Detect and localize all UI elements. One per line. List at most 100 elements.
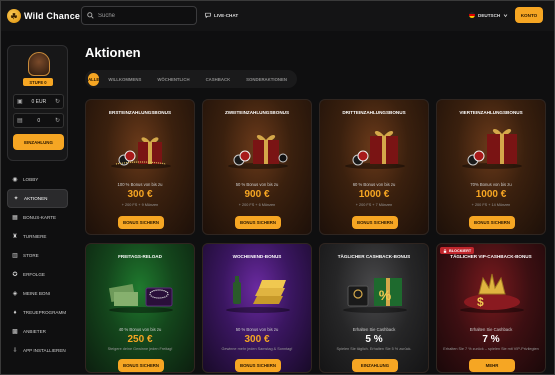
sidebar-item-label: TREUEPROGRAMM: [23, 310, 67, 315]
cashback-gift-illustration: %: [343, 278, 407, 313]
card-description: 40 % Bonus von bis zu: [118, 327, 162, 332]
card-amount: 900 €: [244, 189, 270, 200]
top-header: ☘ Wild Chance LIVE-CHAT DEUTSCH KONTO: [1, 1, 554, 31]
refresh-icon[interactable]: ↻: [55, 98, 60, 105]
deposit-button[interactable]: EINZAHLUNG: [352, 359, 398, 372]
real-balance[interactable]: ▣ 0 EUR ↻: [13, 94, 64, 109]
sidebar-item-label: LOBBY: [23, 177, 39, 182]
refresh-icon[interactable]: ↻: [55, 117, 60, 124]
search-icon: [87, 12, 94, 19]
promo-card-fourth-deposit[interactable]: VIERTEINZAHLUNGSBONUS 70% Bonus von bis …: [436, 99, 546, 235]
level-badge: STUFE 0: [23, 78, 53, 86]
diamond-icon: ♦: [13, 309, 17, 316]
card-description: Erhalten Sie Cashback: [352, 327, 396, 332]
gold-bars-illustration: [226, 276, 290, 313]
tab-woechentlich[interactable]: WÖCHENTLICH: [150, 73, 196, 86]
card-description: 100 % Bonus von bis zu: [117, 182, 163, 187]
blocked-badge: BLOCKIERT: [440, 247, 475, 254]
promo-card-vip-cashback[interactable]: BLOCKIERT TÄGLICHER VIP-CASHBACK-BONUS $…: [436, 243, 546, 373]
card-title: FREITAGS-RELOAD: [118, 254, 162, 259]
gift-box-illustration: [111, 137, 171, 169]
card-subtext: + 200 FS + 7 Münzen: [355, 203, 393, 207]
provider-icon: ▩: [12, 328, 18, 335]
sidebar-item-label: ANBIETER: [23, 329, 46, 334]
account-button[interactable]: KONTO: [515, 7, 543, 23]
cash-jewelry-illustration: [108, 284, 173, 313]
tab-sonderaktionen[interactable]: SONDERAKTIONEN: [239, 73, 294, 86]
card-title: TÄGLICHER CASHBACK-BONUS: [337, 254, 411, 259]
sidebar-item-store[interactable]: ▥ STORE: [7, 246, 68, 265]
logo[interactable]: ☘ Wild Chance: [7, 9, 80, 23]
promo-card-first-deposit[interactable]: ERSTEINZAHLUNGSBONUS 100 % Bonus von bis…: [85, 99, 195, 235]
trophy-icon: ♜: [12, 233, 18, 240]
sidebar-item-label: STORE: [23, 253, 39, 258]
logo-text: Wild Chance: [24, 11, 81, 21]
card-description: 70% Bonus von bis zu: [470, 182, 512, 187]
avatar[interactable]: [28, 52, 50, 76]
gift-box-illustration: [462, 128, 522, 169]
card-subtext: + 200 FS + 6 Münzen: [238, 203, 276, 207]
app-window: ☘ Wild Chance LIVE-CHAT DEUTSCH KONTO ST…: [0, 0, 555, 375]
casino-icon: ◉: [12, 176, 18, 183]
german-flag-icon: [469, 12, 475, 18]
gift-box-illustration: [345, 130, 405, 169]
card-description: 50 % Bonus von bis zu: [235, 327, 279, 332]
claim-bonus-button[interactable]: BONUS SICHERN: [352, 216, 398, 229]
gift-box-illustration: [228, 134, 288, 169]
sidebar-item-label: ERFOLGE: [23, 272, 45, 277]
sidebar-item-erfolge[interactable]: ✪ ERFOLGE: [7, 265, 68, 284]
bonus-balance[interactable]: ▤ 0 ↻: [13, 113, 64, 128]
card-amount: 5 %: [365, 334, 383, 345]
promo-card-weekend-bonus[interactable]: WOCHENEND-BONUS 50 % Bonus von bis zu 30…: [202, 243, 312, 373]
sidebar-item-label: TURNIERE: [23, 234, 47, 239]
promo-card-second-deposit[interactable]: ZWEITEINZAHLUNGSBONUS 50 % Bonus von bis…: [202, 99, 312, 235]
lock-icon: [443, 248, 447, 253]
sidebar-item-label: MEINE BONI: [23, 291, 51, 296]
search-box[interactable]: [81, 6, 197, 25]
gift-icon: ✦: [13, 195, 19, 202]
card-title: VIERTEINZAHLUNGSBONUS: [459, 110, 523, 115]
chat-icon: [205, 12, 211, 18]
claim-bonus-button[interactable]: BONUS SICHERN: [469, 216, 515, 229]
sidebar-item-bonus-karte[interactable]: ▦ BONUS-KARTE: [7, 208, 68, 227]
card-subtext: + 200 FS + 9 Münzen: [121, 203, 159, 207]
bonus-icon: ◈: [12, 290, 18, 297]
claim-bonus-button[interactable]: BONUS SICHERN: [235, 359, 281, 372]
card-amount: 1000 €: [475, 189, 507, 200]
more-button[interactable]: MEHR: [469, 359, 515, 372]
card-amount: 300 €: [244, 334, 270, 345]
sidebar-item-app-installieren[interactable]: ⇩ APP INSTALLIEREN: [7, 341, 68, 360]
blocked-label: BLOCKIERT: [449, 248, 472, 253]
deposit-button[interactable]: EINZAHLUNG: [13, 134, 64, 150]
card-subtext: Gewinne mehr jeden Samstag & Sonntag!: [221, 347, 293, 351]
claim-bonus-button[interactable]: BONUS SICHERN: [235, 216, 281, 229]
tab-cashback[interactable]: CASHBACK: [199, 73, 238, 86]
promo-card-third-deposit[interactable]: DRITTEINZAHLUNGSBONUS 60 % Bonus von bis…: [319, 99, 429, 235]
search-input[interactable]: [98, 12, 188, 19]
sidebar-item-aktionen[interactable]: ✦ AKTIONEN: [7, 189, 68, 208]
sidebar-item-turniere[interactable]: ♜ TURNIERE: [7, 227, 68, 246]
promo-grid: ERSTEINZAHLUNGSBONUS 100 % Bonus von bis…: [85, 99, 547, 373]
tab-willkommens[interactable]: WILLKOMMENS: [101, 73, 148, 86]
language-selector[interactable]: DEUTSCH: [469, 12, 508, 18]
page-title: Aktionen: [85, 45, 141, 60]
sidebar-nav: ◉ LOBBY ✦ AKTIONEN ▦ BONUS-KARTE ♜ TURNIERE …: [7, 170, 68, 360]
card-amount: 300 €: [127, 189, 153, 200]
live-chat-link[interactable]: LIVE-CHAT: [205, 12, 238, 18]
card-description: Erhalten Sie Cashback: [469, 327, 513, 332]
sidebar-item-label: AKTIONEN: [24, 196, 48, 201]
sidebar-item-lobby[interactable]: ◉ LOBBY: [7, 170, 68, 189]
sidebar-item-treueprogramm[interactable]: ♦ TREUEPROGRAMM: [7, 303, 68, 322]
claim-bonus-button[interactable]: BONUS SICHERN: [118, 216, 164, 229]
sidebar-item-meine-boni[interactable]: ◈ MEINE BONI: [7, 284, 68, 303]
claim-bonus-button[interactable]: BONUS SICHERN: [118, 359, 164, 372]
promo-card-daily-cashback[interactable]: TÄGLICHER CASHBACK-BONUS % Erhalten Sie …: [319, 243, 429, 373]
medal-icon: ✪: [12, 271, 18, 278]
sidebar-item-anbieter[interactable]: ▩ ANBIETER: [7, 322, 68, 341]
card-title: ZWEITEINZAHLUNGSBONUS: [224, 110, 290, 115]
promo-card-friday-reload[interactable]: FREITAGS-RELOAD 40 % Bonus von bis zu 25…: [85, 243, 195, 373]
store-icon: ▥: [12, 252, 18, 259]
tab-alle[interactable]: ALLE: [88, 72, 100, 86]
svg-text:%: %: [379, 287, 392, 303]
crown-cushion-illustration: $: [460, 273, 524, 313]
